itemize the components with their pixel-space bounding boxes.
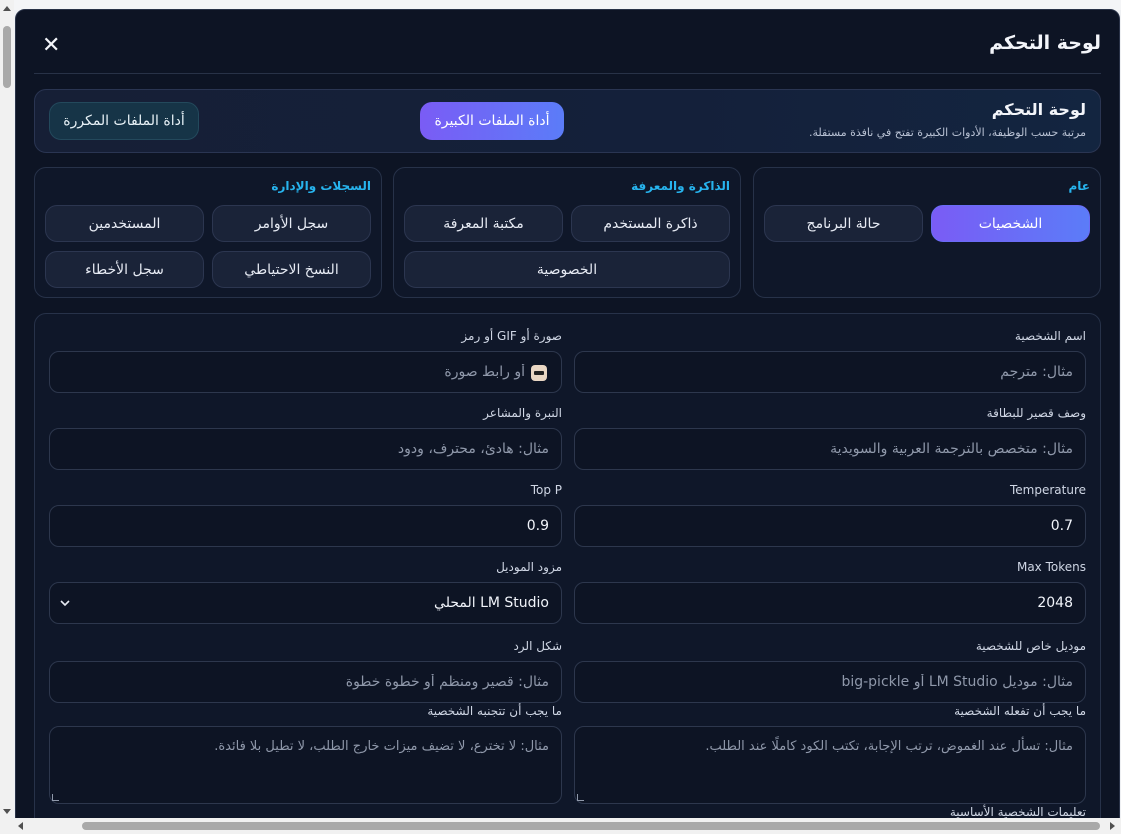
temperature-input[interactable]	[575, 506, 1085, 546]
group-general: عام الشخصيات حالة البرنامج	[753, 167, 1101, 298]
max-tokens-field[interactable]	[574, 582, 1086, 624]
scroll-right-arrow-icon[interactable]	[1110, 822, 1115, 830]
tab-error-log[interactable]: سجل الأخطاء	[45, 251, 204, 288]
scroll-up-arrow-icon[interactable]	[3, 6, 11, 11]
group-memory-title: الذاكرة والمعرفة	[631, 179, 730, 193]
card-desc-input[interactable]	[575, 429, 1085, 469]
card-desc-label: وصف قصير للبطاقة	[986, 406, 1086, 420]
tools-banner: لوحة التحكم مرتبة حسب الوظيفة، الأدوات ا…	[34, 89, 1101, 153]
avatar-url-input[interactable]	[50, 352, 561, 392]
top-p-field[interactable]	[49, 505, 562, 547]
should-avoid-textarea[interactable]	[50, 727, 561, 803]
tab-command-log[interactable]: سجل الأوامر	[212, 205, 371, 242]
scroll-down-arrow-icon[interactable]	[3, 809, 11, 814]
tab-backup[interactable]: النسخ الاحتياطي	[212, 251, 371, 288]
top-p-label: Top P	[530, 483, 562, 497]
group-memory-knowledge: الذاكرة والمعرفة ذاكرة المستخدم مكتبة ال…	[393, 167, 741, 298]
temperature-label: Temperature	[1009, 483, 1086, 497]
tab-users[interactable]: المستخدمين	[45, 205, 204, 242]
horizontal-scrollbar[interactable]	[14, 818, 1121, 834]
tab-knowledge-library[interactable]: مكتبة المعرفة	[404, 205, 563, 242]
tab-privacy[interactable]: الخصوصية	[404, 251, 730, 288]
custom-model-input[interactable]	[575, 662, 1085, 702]
reply-format-label: شكل الرد	[513, 639, 562, 653]
persona-form: اسم الشخصية صورة أو GIF أو رمز وصف قصير …	[34, 313, 1101, 819]
modal-title: لوحة التحكم	[989, 32, 1101, 54]
control-panel-modal: لوحة التحكم ✕ لوحة التحكم مرتبة حسب الوظ…	[15, 9, 1120, 820]
horizontal-scroll-thumb[interactable]	[82, 822, 1100, 830]
vertical-scroll-thumb[interactable]	[3, 26, 11, 88]
persona-name-label: اسم الشخصية	[1014, 329, 1086, 343]
provider-select-value[interactable]: LM Studio المحلي	[50, 583, 561, 623]
chevron-down-icon[interactable]	[58, 596, 72, 610]
should-avoid-label: ما يجب أن تتجنبه الشخصية	[427, 704, 562, 718]
duplicate-files-tool-button[interactable]: أداة الملفات المكررة	[49, 102, 199, 140]
max-tokens-label: Max Tokens	[1016, 560, 1086, 574]
should-do-field[interactable]	[574, 726, 1086, 804]
base-instructions-label: تعليمات الشخصية الأساسية	[949, 805, 1086, 819]
resize-handle-icon[interactable]	[577, 794, 584, 801]
should-do-textarea[interactable]	[575, 727, 1085, 803]
scroll-left-arrow-icon[interactable]	[18, 822, 23, 830]
temperature-field[interactable]	[574, 505, 1086, 547]
tab-personas[interactable]: الشخصيات	[931, 205, 1090, 242]
provider-selected-text: LM Studio المحلي	[434, 595, 549, 611]
provider-select[interactable]: LM Studio المحلي	[49, 582, 562, 624]
avatar-field[interactable]	[49, 351, 562, 393]
avatar-label: صورة أو GIF أو رمز	[461, 329, 562, 343]
large-files-tool-button[interactable]: أداة الملفات الكبيرة	[420, 102, 564, 140]
tab-app-status[interactable]: حالة البرنامج	[764, 205, 923, 242]
tone-label: النبرة والمشاعر	[483, 406, 562, 420]
avatar-emoji-icon	[531, 365, 547, 381]
vertical-scrollbar[interactable]	[0, 0, 14, 834]
resize-handle-icon[interactable]	[52, 794, 59, 801]
card-desc-field[interactable]	[574, 428, 1086, 470]
custom-model-label: موديل خاص للشخصية	[975, 639, 1086, 653]
max-tokens-input[interactable]	[575, 583, 1085, 623]
group-logs-admin: السجلات والإدارة سجل الأوامر المستخدمين …	[34, 167, 382, 298]
tone-field[interactable]	[49, 428, 562, 470]
reply-format-field[interactable]	[49, 661, 562, 703]
group-general-title: عام	[1068, 179, 1091, 193]
reply-format-input[interactable]	[50, 662, 561, 702]
group-logs-title: السجلات والإدارة	[271, 179, 371, 193]
top-p-input[interactable]	[50, 506, 561, 546]
tab-user-memory[interactable]: ذاكرة المستخدم	[571, 205, 730, 242]
persona-name-input[interactable]	[575, 352, 1085, 392]
close-icon[interactable]: ✕	[42, 34, 60, 58]
banner-title: لوحة التحكم	[991, 100, 1086, 119]
banner-subtitle: مرتبة حسب الوظيفة، الأدوات الكبيرة تفتح …	[808, 126, 1086, 139]
tone-input[interactable]	[50, 429, 561, 469]
provider-label: مزود الموديل	[496, 560, 562, 574]
should-do-label: ما يجب أن تفعله الشخصية	[954, 704, 1086, 718]
persona-name-field[interactable]	[574, 351, 1086, 393]
custom-model-field[interactable]	[574, 661, 1086, 703]
should-avoid-field[interactable]	[49, 726, 562, 804]
header-divider	[34, 73, 1101, 74]
